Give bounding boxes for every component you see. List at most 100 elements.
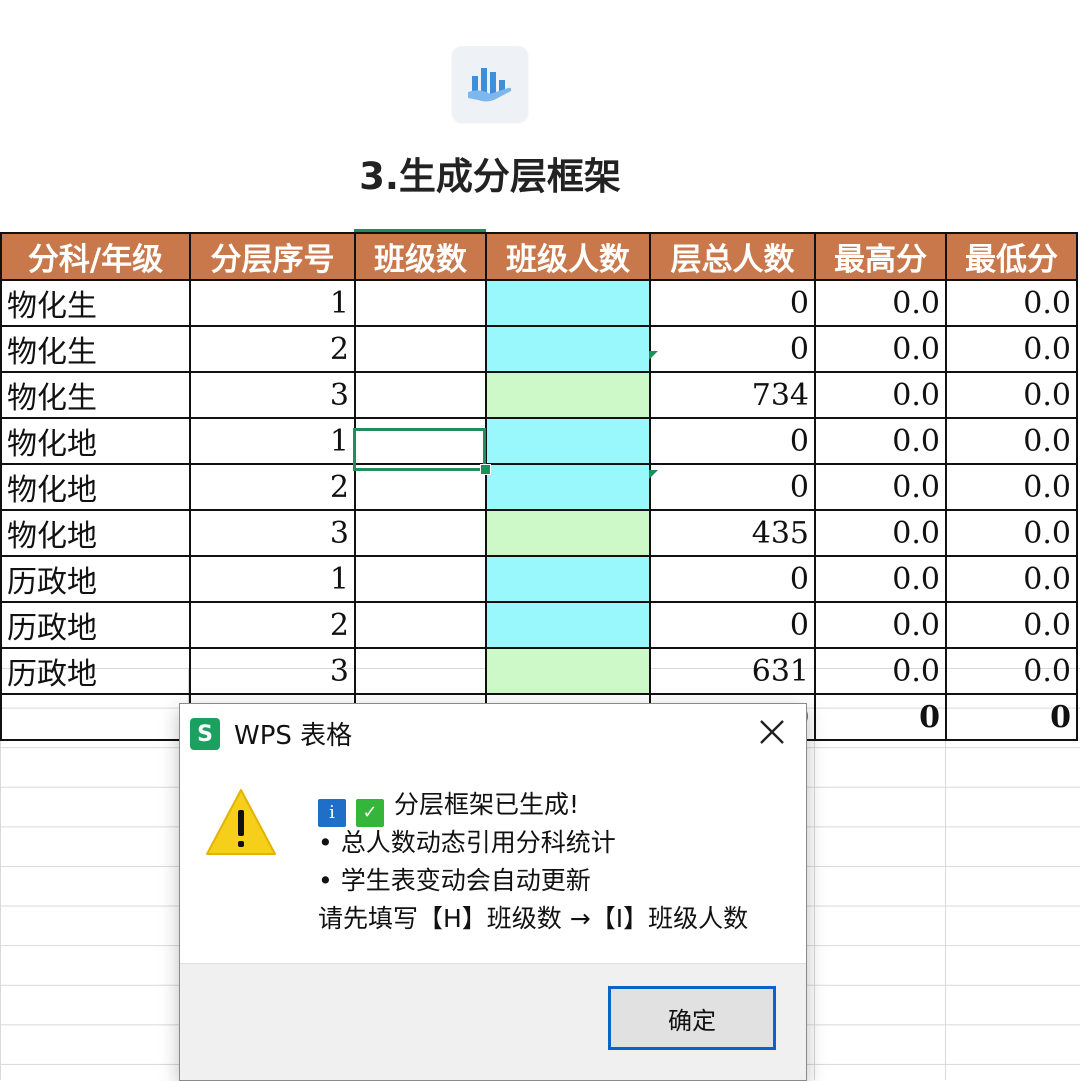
class-size-cell[interactable] <box>485 647 651 695</box>
tier-framework-table: 分科/年级 分层序号 班级数 班级人数 层总人数 最高分 最低分 物化生 1 0… <box>0 232 1078 741</box>
table-row: 物化生 3 734 0.0 0.0 <box>0 371 1078 419</box>
subject-cell[interactable]: 物化生 <box>0 279 191 327</box>
column-header[interactable]: 最低分 <box>945 232 1078 281</box>
class-size-cell[interactable] <box>485 371 651 419</box>
class-size-cell[interactable] <box>485 463 651 511</box>
min-score-cell[interactable]: 0.0 <box>945 509 1078 557</box>
message-line: i ✓ 分层框架已生成! <box>318 786 798 827</box>
close-icon[interactable] <box>754 714 790 750</box>
summary-min[interactable]: 0 <box>945 693 1078 741</box>
summary-max[interactable]: 0 <box>814 693 947 741</box>
max-score-cell[interactable]: 0.0 <box>814 509 947 557</box>
tier-total-cell[interactable]: 435 <box>649 509 816 557</box>
subject-cell[interactable]: 物化地 <box>0 509 191 557</box>
level-cell[interactable]: 1 <box>189 417 356 465</box>
class-count-cell[interactable] <box>354 555 487 603</box>
subject-cell[interactable]: 物化生 <box>0 325 191 373</box>
class-count-cell[interactable] <box>354 279 487 327</box>
level-cell[interactable]: 3 <box>189 647 356 695</box>
table-header-row: 分科/年级 分层序号 班级数 班级人数 层总人数 最高分 最低分 <box>0 232 1078 281</box>
level-cell[interactable]: 2 <box>189 601 356 649</box>
tier-total-cell[interactable]: 631 <box>649 647 816 695</box>
level-cell[interactable]: 2 <box>189 463 356 511</box>
level-cell[interactable]: 1 <box>189 555 356 603</box>
level-cell[interactable]: 1 <box>189 279 356 327</box>
level-cell[interactable]: 3 <box>189 371 356 419</box>
max-score-cell[interactable]: 0.0 <box>814 371 947 419</box>
column-header[interactable]: 层总人数 <box>649 232 816 281</box>
table-row: 历政地 2 0 0.0 0.0 <box>0 601 1078 649</box>
message-text: 分层框架已生成! <box>394 790 580 819</box>
check-icon: ✓ <box>356 799 384 827</box>
min-score-cell[interactable]: 0.0 <box>945 463 1078 511</box>
max-score-cell[interactable]: 0.0 <box>814 463 947 511</box>
subject-cell[interactable]: 历政地 <box>0 601 191 649</box>
message-line: 请先填写【H】班级数 →【I】班级人数 <box>318 904 749 933</box>
class-count-cell[interactable] <box>354 325 487 373</box>
subject-cell[interactable]: 物化地 <box>0 417 191 465</box>
subject-cell[interactable]: 物化地 <box>0 463 191 511</box>
min-score-cell[interactable]: 0.0 <box>945 601 1078 649</box>
level-cell[interactable]: 2 <box>189 325 356 373</box>
table-row: 物化生 2 0 0.0 0.0 <box>0 325 1078 373</box>
generate-framework-button[interactable] <box>452 46 528 122</box>
min-score-cell[interactable]: 0.0 <box>945 555 1078 603</box>
class-size-cell[interactable] <box>485 325 651 373</box>
class-size-cell[interactable] <box>485 601 651 649</box>
tier-total-cell[interactable]: 0 <box>649 325 816 373</box>
level-cell[interactable]: 3 <box>189 509 356 557</box>
message-dialog: S WPS 表格 i ✓ 分层框架已生成! • 总人数动态引用分科统计 • 学生表变… <box>179 703 807 1081</box>
min-score-cell[interactable]: 0.0 <box>945 279 1078 327</box>
info-icon: i <box>318 799 346 827</box>
subject-cell[interactable]: 物化生 <box>0 371 191 419</box>
class-size-cell[interactable] <box>485 555 651 603</box>
fill-handle[interactable] <box>480 464 491 475</box>
subject-cell[interactable]: 历政地 <box>0 555 191 603</box>
dialog-message: i ✓ 分层框架已生成! • 总人数动态引用分科统计 • 学生表变动会自动更新 请先… <box>318 786 798 938</box>
subject-cell[interactable]: 历政地 <box>0 647 191 695</box>
class-count-cell[interactable] <box>354 647 487 695</box>
min-score-cell[interactable]: 0.0 <box>945 417 1078 465</box>
macro-title: 3.生成分层框架 <box>359 155 621 198</box>
bar-chart-hand-icon <box>468 68 512 102</box>
class-size-cell[interactable] <box>485 417 651 465</box>
table-row: 物化地 3 435 0.0 0.0 <box>0 509 1078 557</box>
column-header[interactable]: 分科/年级 <box>0 232 191 281</box>
class-count-cell[interactable] <box>354 601 487 649</box>
max-score-cell[interactable]: 0.0 <box>814 417 947 465</box>
message-line: • 学生表变动会自动更新 <box>318 866 591 895</box>
min-score-cell[interactable]: 0.0 <box>945 647 1078 695</box>
dialog-footer: 确定 <box>180 963 806 1080</box>
column-header[interactable]: 班级人数 <box>485 232 651 281</box>
table-row: 历政地 1 0 0.0 0.0 <box>0 555 1078 603</box>
max-score-cell[interactable]: 0.0 <box>814 647 947 695</box>
class-count-cell[interactable] <box>354 371 487 419</box>
selected-cell-outline[interactable] <box>353 428 486 471</box>
tier-total-cell[interactable]: 0 <box>649 279 816 327</box>
tier-total-cell[interactable]: 734 <box>649 371 816 419</box>
max-score-cell[interactable]: 0.0 <box>814 601 947 649</box>
table-row: 物化地 1 0 0.0 0.0 <box>0 417 1078 465</box>
class-size-cell[interactable] <box>485 279 651 327</box>
tier-total-cell[interactable]: 0 <box>649 463 816 511</box>
class-size-cell[interactable] <box>485 509 651 557</box>
table-row: 物化地 2 0 0.0 0.0 <box>0 463 1078 511</box>
min-score-cell[interactable]: 0.0 <box>945 371 1078 419</box>
column-header[interactable]: 班级数 <box>354 232 487 281</box>
column-header[interactable]: 最高分 <box>814 232 947 281</box>
ok-button[interactable]: 确定 <box>608 986 776 1050</box>
max-score-cell[interactable]: 0.0 <box>814 555 947 603</box>
dialog-titlebar[interactable]: S WPS 表格 <box>180 704 806 762</box>
summary-empty-cell[interactable] <box>0 693 191 741</box>
max-score-cell[interactable]: 0.0 <box>814 325 947 373</box>
tier-total-cell[interactable]: 0 <box>649 601 816 649</box>
dialog-title: WPS 表格 <box>234 721 353 751</box>
wps-logo-icon: S <box>190 718 220 750</box>
message-line: • 总人数动态引用分科统计 <box>318 828 616 857</box>
tier-total-cell[interactable]: 0 <box>649 555 816 603</box>
max-score-cell[interactable]: 0.0 <box>814 279 947 327</box>
min-score-cell[interactable]: 0.0 <box>945 325 1078 373</box>
column-header[interactable]: 分层序号 <box>189 232 356 281</box>
tier-total-cell[interactable]: 0 <box>649 417 816 465</box>
class-count-cell[interactable] <box>354 509 487 557</box>
